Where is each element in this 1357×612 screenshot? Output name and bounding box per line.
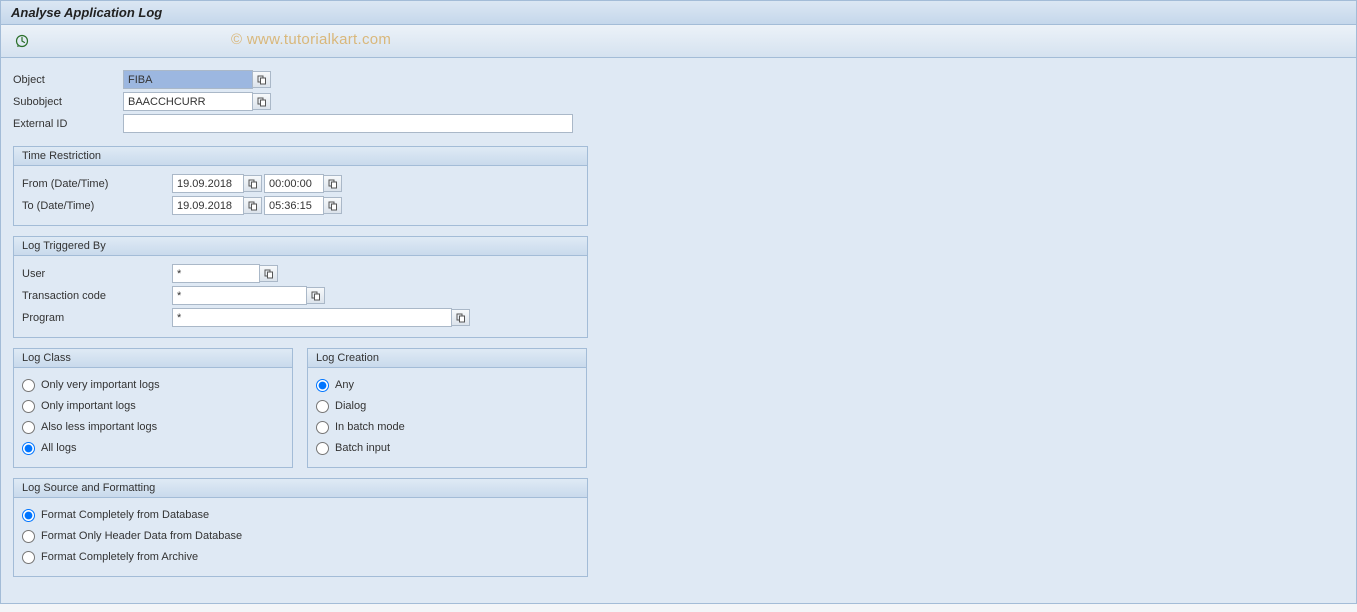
radio-label: Format Completely from Archive [41,551,198,563]
log-source-title: Log Source and Formatting [14,479,587,498]
radio-label: Any [335,379,354,391]
radio-label: Format Completely from Database [41,509,209,521]
subobject-input[interactable] [123,92,253,111]
search-help-icon [328,179,338,189]
user-label: User [22,268,172,280]
tcode-input[interactable] [172,286,307,305]
radio-label: Dialog [335,400,366,412]
execute-button[interactable] [13,32,31,50]
subobject-label: Subobject [13,96,123,108]
log-creation-title: Log Creation [308,349,586,368]
from-date-f4-button[interactable] [244,175,262,192]
to-date-input[interactable] [172,196,244,215]
to-time-input[interactable] [264,196,324,215]
search-help-icon [264,269,274,279]
to-label: To (Date/Time) [22,200,172,212]
radio-label: All logs [41,442,76,454]
object-f4-button[interactable] [253,71,271,88]
logclass-very-important[interactable]: Only very important logs [22,375,284,395]
externalid-input[interactable] [123,114,573,133]
log-class-title: Log Class [14,349,292,368]
logclass-all[interactable]: All logs [22,438,284,458]
search-help-icon [248,179,258,189]
search-help-icon [248,201,258,211]
subobject-f4-button[interactable] [253,93,271,110]
search-help-icon [456,313,466,323]
radio-label: Format Only Header Data from Database [41,530,242,542]
tcode-f4-button[interactable] [307,287,325,304]
tcode-label: Transaction code [22,290,172,302]
from-label: From (Date/Time) [22,178,172,190]
toolbar: © www.tutorialkart.com [1,25,1356,58]
search-help-icon [311,291,321,301]
to-date-f4-button[interactable] [244,197,262,214]
to-time-f4-button[interactable] [324,197,342,214]
search-help-icon [257,97,267,107]
object-input[interactable] [123,70,253,89]
source-archive[interactable]: Format Completely from Archive [22,547,579,567]
clock-execute-icon [15,34,29,48]
search-help-icon [257,75,267,85]
time-restriction-title: Time Restriction [14,147,587,166]
logclass-important[interactable]: Only important logs [22,396,284,416]
user-f4-button[interactable] [260,265,278,282]
program-label: Program [22,312,172,324]
watermark-text: © www.tutorialkart.com [231,31,391,48]
logcreation-batch[interactable]: In batch mode [316,417,578,437]
search-help-icon [328,201,338,211]
radio-label: In batch mode [335,421,405,433]
from-time-input[interactable] [264,174,324,193]
logcreation-any[interactable]: Any [316,375,578,395]
from-time-f4-button[interactable] [324,175,342,192]
radio-label: Only important logs [41,400,136,412]
source-db-header[interactable]: Format Only Header Data from Database [22,526,579,546]
object-label: Object [13,74,123,86]
radio-label: Also less important logs [41,421,157,433]
radio-label: Only very important logs [41,379,160,391]
radio-label: Batch input [335,442,390,454]
logcreation-batchinput[interactable]: Batch input [316,438,578,458]
logcreation-dialog[interactable]: Dialog [316,396,578,416]
program-f4-button[interactable] [452,309,470,326]
logclass-less-important[interactable]: Also less important logs [22,417,284,437]
source-db-full[interactable]: Format Completely from Database [22,505,579,525]
from-date-input[interactable] [172,174,244,193]
page-title: Analyse Application Log [1,1,1356,25]
externalid-label: External ID [13,118,123,130]
program-input[interactable] [172,308,452,327]
user-input[interactable] [172,264,260,283]
log-triggered-title: Log Triggered By [14,237,587,256]
